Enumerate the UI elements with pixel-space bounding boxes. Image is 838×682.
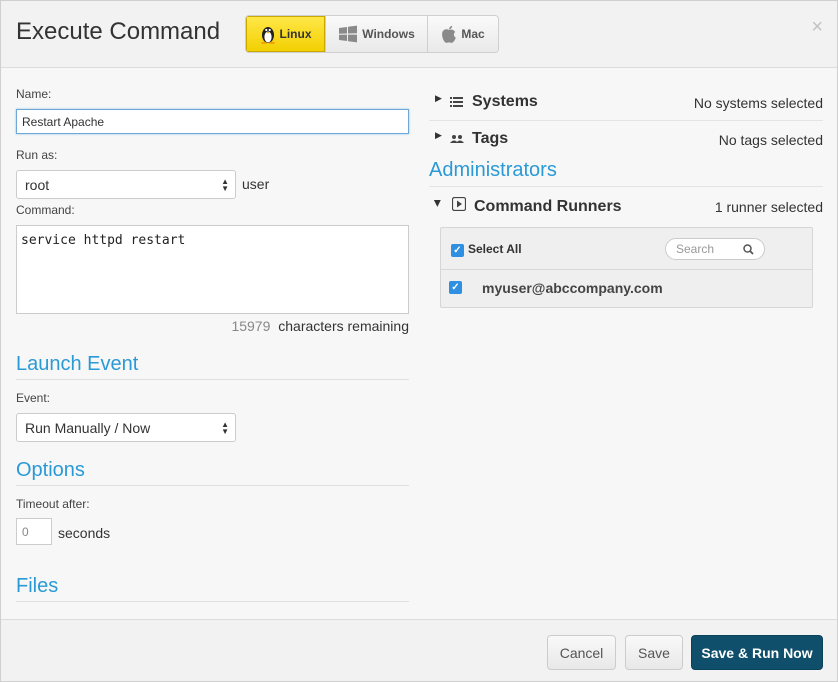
name-input[interactable]: Restart Apache [16,109,409,134]
command-runners-label[interactable]: Command Runners [474,198,622,216]
tab-linux[interactable]: Linux [246,16,326,52]
runners-status: 1 runner selected [714,199,823,215]
select-arrows-icon: ▲ ▼ [221,419,229,436]
collapse-runners-icon[interactable]: ▶ [432,200,443,207]
divider [429,120,823,121]
runner-search-input[interactable]: Search [665,238,765,260]
timeout-unit: seconds [58,525,111,541]
list-item[interactable]: ✓ myuser@abccompany.com [441,271,812,307]
event-label: Event: [16,391,51,405]
chars-remaining-text: characters remaining [278,318,409,334]
name-input-value: Restart Apache [22,114,105,129]
run-as-value: root [25,176,50,193]
divider [429,186,823,187]
event-value: Run Manually / Now [25,419,151,436]
tab-mac[interactable]: Mac [428,16,498,52]
systems-label[interactable]: Systems [472,93,538,111]
select-all-checkbox[interactable]: ✓ [451,244,464,257]
systems-list-icon [450,97,463,107]
runner-panel: ✓ Select All Search ✓ myuser@abccompany.… [440,227,813,308]
launch-event-heading: Launch Event [16,353,409,380]
options-heading: Options [16,459,409,486]
timeout-input[interactable]: 0 [16,518,52,545]
timeout-label: Timeout after: [16,497,90,511]
run-as-suffix: user [242,176,270,192]
select-arrows-icon: ▲ ▼ [221,176,229,193]
event-select[interactable]: Run Manually / Now ▲ ▼ [16,413,236,442]
cancel-button[interactable]: Cancel [547,635,616,670]
play-icon [452,197,466,211]
apple-icon [442,25,457,43]
search-icon [743,244,754,255]
dialog-title: Execute Command [16,18,221,45]
tab-windows-label: Windows [362,27,415,41]
save-button[interactable]: Save [625,635,683,670]
expand-systems-icon[interactable]: ▶ [435,93,442,104]
runner-panel-toolbar: ✓ Select All Search [441,228,812,270]
runner-email: myuser@abccompany.com [482,280,663,296]
tab-windows[interactable]: Windows [326,16,428,52]
tab-mac-label: Mac [461,27,485,41]
run-as-select[interactable]: root ▲ ▼ [16,170,236,199]
tags-label[interactable]: Tags [472,130,508,148]
command-label: Command: [16,203,75,217]
files-heading: Files [16,575,409,602]
execute-command-dialog: Execute Command Linux Windows Mac × Name… [0,0,838,682]
linux-penguin-icon [260,27,275,44]
save-and-run-button[interactable]: Save & Run Now [691,635,823,670]
runner-checkbox[interactable]: ✓ [449,281,462,294]
dialog-header: Execute Command Linux Windows Mac × [1,1,837,68]
tags-icon [450,135,464,143]
os-tab-group: Linux Windows Mac [245,15,499,53]
tab-linux-label: Linux [279,27,312,41]
timeout-value: 0 [22,524,29,539]
name-label: Name: [16,87,52,101]
command-textarea[interactable]: service httpd restart [16,225,409,314]
chars-remaining-count: 15979 [231,318,271,334]
windows-icon [339,25,358,43]
dialog-footer: Cancel Save Save & Run Now [1,619,837,681]
select-all-label: Select All [468,242,522,256]
administrators-heading: Administrators [429,159,557,181]
close-icon[interactable]: × [811,17,823,37]
search-placeholder: Search [676,242,715,256]
systems-status: No systems selected [693,95,823,111]
run-as-label: Run as: [16,148,58,162]
chars-remaining: 15979 characters remaining [216,318,409,334]
command-value: service httpd restart [21,233,186,248]
tags-status: No tags selected [718,132,823,148]
expand-tags-icon[interactable]: ▶ [435,130,442,141]
